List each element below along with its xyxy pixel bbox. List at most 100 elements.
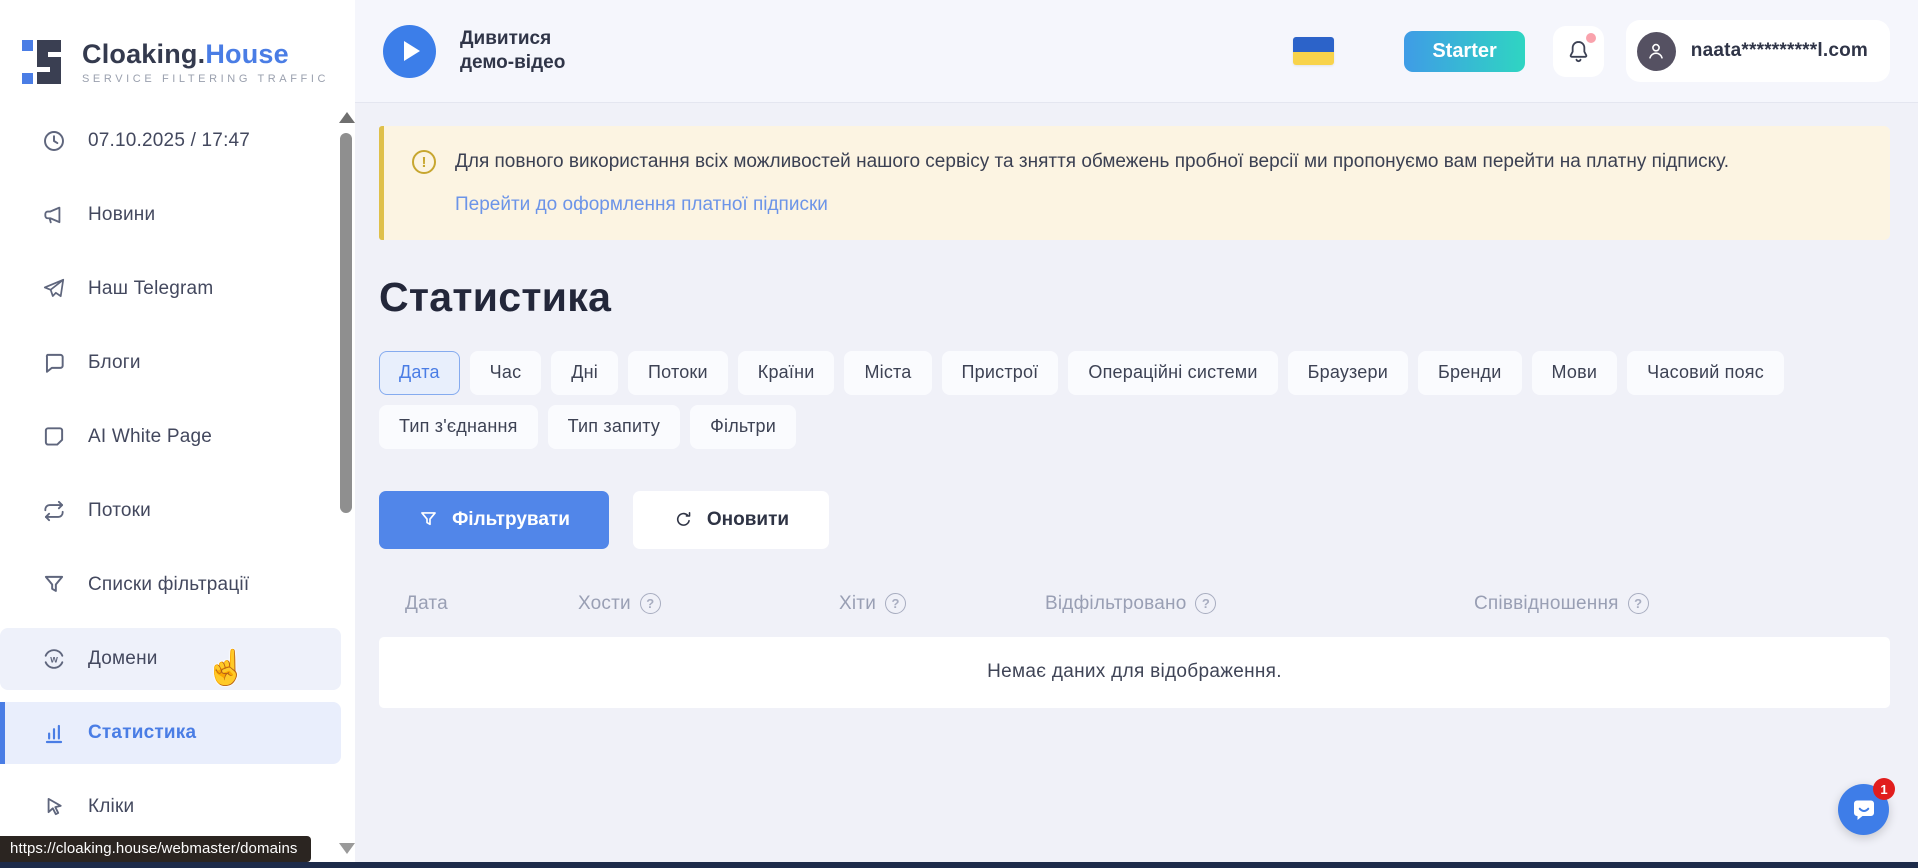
- topbar: Дивитися демо-відео Starter naata*******…: [355, 0, 1918, 103]
- banner-body: Для повного використання всіх можливосте…: [455, 148, 1729, 216]
- column-header-ratio: Співвідношення ?: [1474, 593, 1890, 615]
- demo-video-link[interactable]: Дивитися демо-відео: [460, 27, 565, 76]
- window-bottom-edge: [0, 862, 1918, 868]
- play-demo-button[interactable]: [383, 25, 436, 78]
- help-icon[interactable]: ?: [1195, 593, 1216, 614]
- sidebar-scrollbar-thumb[interactable]: [340, 133, 352, 513]
- help-icon[interactable]: ?: [1628, 593, 1649, 614]
- megaphone-icon: [40, 201, 68, 229]
- refresh-button[interactable]: Оновити: [633, 491, 829, 549]
- chat-smile-icon: [1849, 795, 1879, 825]
- avatar: [1637, 32, 1676, 71]
- sidebar-item-datetime: 07.10.2025 / 17:47: [0, 110, 341, 172]
- sidebar-item-label: Списки фільтрації: [88, 574, 249, 596]
- globe-icon: w: [40, 645, 68, 673]
- sidebar-item-blogs[interactable]: Блоги: [0, 332, 341, 394]
- brand-logo-icon: [22, 37, 68, 87]
- help-icon[interactable]: ?: [885, 593, 906, 614]
- status-bar-url: https://cloaking.house/webmaster/domains: [0, 836, 311, 862]
- bar-chart-icon: [40, 719, 68, 747]
- filter-chip-operating-systems[interactable]: Операційні системи: [1068, 351, 1277, 395]
- sidebar-scroll-up-arrow-icon[interactable]: [339, 112, 355, 123]
- clock-icon: [40, 127, 68, 155]
- play-icon: [404, 41, 420, 61]
- sidebar-item-label: Потоки: [88, 500, 151, 522]
- app-window: Cloaking.House SERVICE FILTERING TRAFFIC…: [0, 0, 1918, 868]
- filter-chip-timezone[interactable]: Часовий пояс: [1627, 351, 1784, 395]
- brand-logo[interactable]: Cloaking.House SERVICE FILTERING TRAFFIC: [0, 0, 355, 100]
- svg-text:w: w: [49, 654, 58, 665]
- filter-chip-time[interactable]: Час: [470, 351, 542, 395]
- demo-video-line2: демо-відео: [460, 51, 565, 75]
- sidebar-item-clicks[interactable]: Кліки: [0, 776, 341, 838]
- notifications-button[interactable]: [1553, 26, 1604, 77]
- sidebar-item-label: Наш Telegram: [88, 278, 213, 300]
- sidebar: Cloaking.House SERVICE FILTERING TRAFFIC…: [0, 0, 355, 868]
- filter-chip-brands[interactable]: Бренди: [1418, 351, 1522, 395]
- user-account-button[interactable]: naata**********l.com: [1626, 20, 1890, 82]
- sidebar-item-domains[interactable]: w Домени: [0, 628, 341, 690]
- filter-chip-browsers[interactable]: Браузери: [1288, 351, 1408, 395]
- column-header-hosts: Хости ?: [578, 593, 839, 615]
- filter-button[interactable]: Фільтрувати: [379, 491, 609, 549]
- sidebar-nav: 07.10.2025 / 17:47 Новини Наш Telegram Б…: [0, 100, 355, 838]
- column-header-date: Дата: [405, 593, 578, 615]
- filter-chip-connection-type[interactable]: Тип з'єднання: [379, 405, 538, 449]
- sidebar-scroll-down-arrow-icon[interactable]: [339, 843, 355, 854]
- trial-warning-banner: ! Для повного використання всіх можливос…: [379, 126, 1890, 240]
- page-title: Статистика: [379, 274, 1890, 321]
- flag-blue-stripe: [1293, 37, 1334, 52]
- mouse-cursor-icon: ☝: [205, 648, 247, 688]
- column-label: Хіти: [839, 593, 876, 615]
- brand-name-primary: Cloaking.: [82, 39, 205, 69]
- filter-chip-filters[interactable]: Фільтри: [690, 405, 796, 449]
- subscribe-link[interactable]: Перейти до оформлення платної підписки: [455, 194, 828, 216]
- sidebar-item-streams[interactable]: Потоки: [0, 480, 341, 542]
- column-label: Відфільтровано: [1045, 593, 1186, 615]
- filter-chip-days[interactable]: Дні: [551, 351, 618, 395]
- warning-icon: !: [412, 150, 436, 174]
- sidebar-item-ai-white-page[interactable]: AI White Page: [0, 406, 341, 468]
- sidebar-item-label: Статистика: [88, 722, 196, 744]
- sidebar-item-label: Новини: [88, 204, 155, 226]
- brand-name: Cloaking.House SERVICE FILTERING TRAFFIC: [82, 39, 329, 85]
- filter-chip-languages[interactable]: Мови: [1532, 351, 1618, 395]
- filter-chip-cities[interactable]: Міста: [844, 351, 931, 395]
- language-flag-ukraine[interactable]: [1293, 37, 1334, 65]
- help-icon[interactable]: ?: [640, 593, 661, 614]
- filter-chip-streams[interactable]: Потоки: [628, 351, 728, 395]
- repeat-icon: [40, 497, 68, 525]
- plan-starter-button[interactable]: Starter: [1404, 31, 1524, 72]
- chat-unread-badge: 1: [1873, 778, 1895, 800]
- filter-chip-request-type[interactable]: Тип запиту: [548, 405, 681, 449]
- sidebar-item-telegram[interactable]: Наш Telegram: [0, 258, 341, 320]
- chat-bubble-icon: [40, 349, 68, 377]
- brand-tagline: SERVICE FILTERING TRAFFIC: [82, 73, 329, 85]
- filter-chip-countries[interactable]: Країни: [738, 351, 835, 395]
- user-email: naata**********l.com: [1691, 40, 1868, 62]
- column-header-filtered: Відфільтровано ?: [1045, 593, 1474, 615]
- filter-button-label: Фільтрувати: [452, 509, 570, 531]
- funnel-icon: [40, 571, 68, 599]
- actions-row: Фільтрувати Оновити: [379, 491, 1890, 549]
- sidebar-item-news[interactable]: Новини: [0, 184, 341, 246]
- sidebar-item-label: 07.10.2025 / 17:47: [88, 130, 250, 152]
- demo-video-line1: Дивитися: [460, 27, 565, 51]
- chat-widget-button[interactable]: 1: [1838, 784, 1889, 835]
- filter-chip-devices[interactable]: Пристрої: [942, 351, 1059, 395]
- main-content: ! Для повного використання всіх можливос…: [355, 104, 1918, 868]
- cursor-icon: [40, 793, 68, 821]
- page-icon: [40, 423, 68, 451]
- stats-table-header: Дата Хости ? Хіти ? Відфільтровано ? Спі…: [379, 593, 1890, 615]
- sidebar-item-label: AI White Page: [88, 426, 212, 448]
- sidebar-item-label: Блоги: [88, 352, 141, 374]
- column-label: Співвідношення: [1474, 593, 1619, 615]
- filter-chip-date[interactable]: Дата: [379, 351, 460, 395]
- notification-dot: [1586, 33, 1596, 43]
- empty-state-card: Немає даних для відображення.: [379, 637, 1890, 708]
- column-header-hits: Хіти ?: [839, 593, 1045, 615]
- sidebar-item-statistics[interactable]: Статистика: [0, 702, 341, 764]
- column-label: Дата: [405, 593, 448, 615]
- sidebar-item-label: Кліки: [88, 796, 134, 818]
- sidebar-item-filter-lists[interactable]: Списки фільтрації: [0, 554, 341, 616]
